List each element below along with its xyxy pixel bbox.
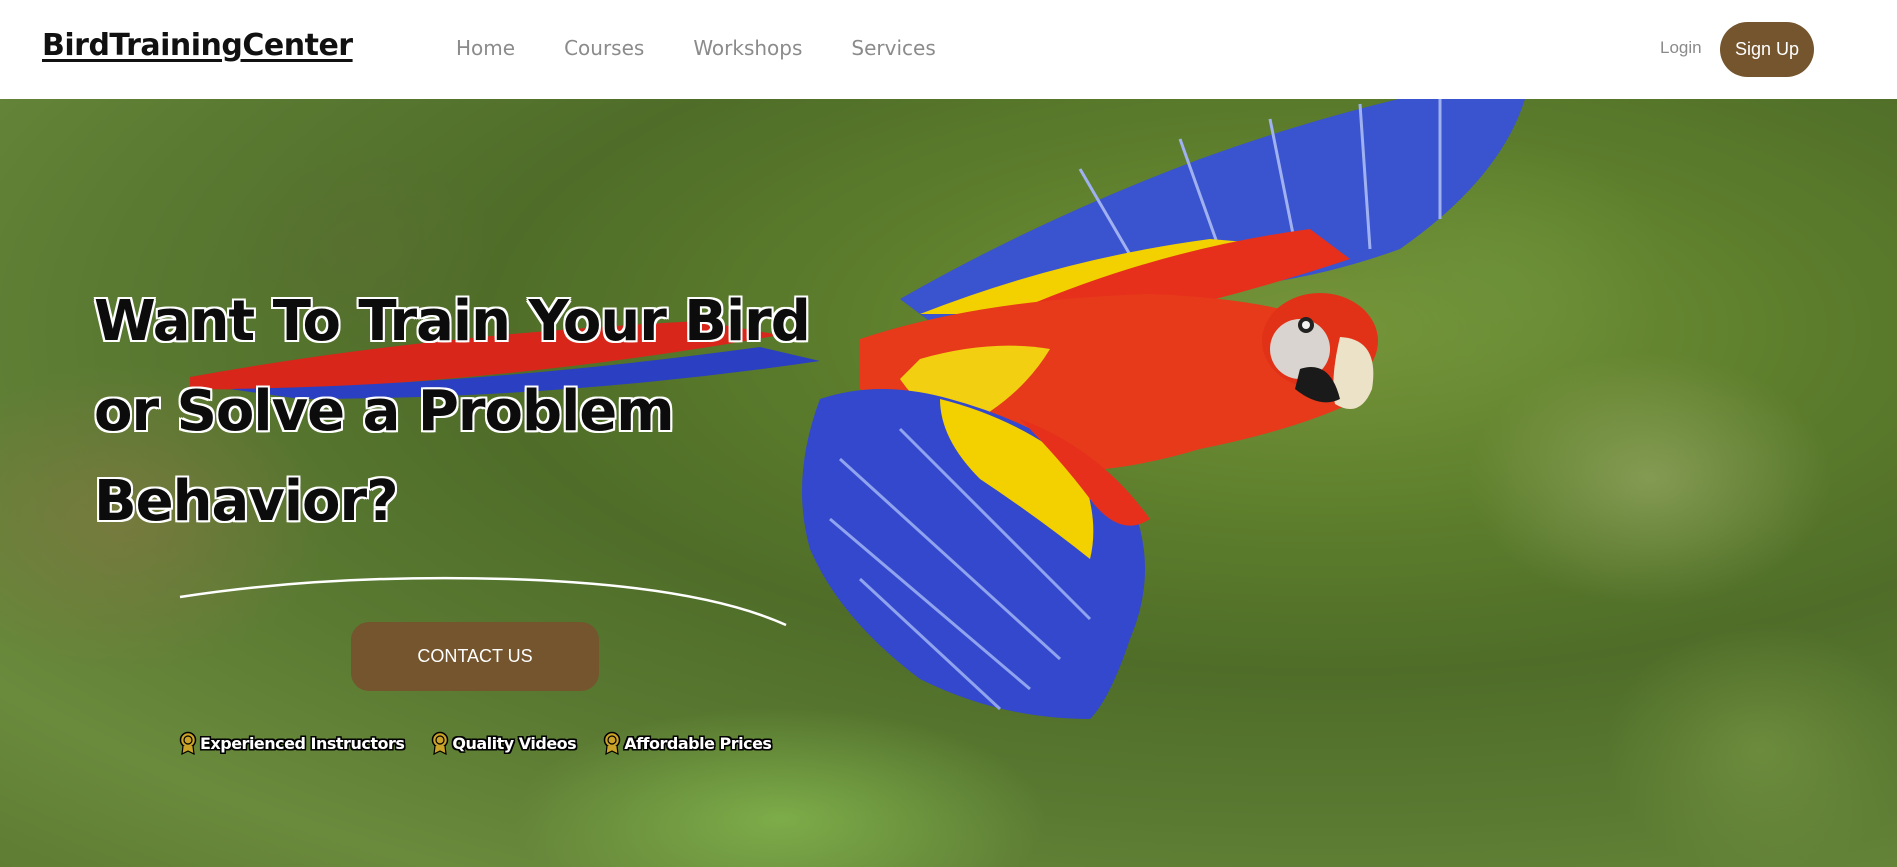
award-badge-icon bbox=[432, 731, 449, 755]
headline-line-3: Behavior? bbox=[94, 469, 399, 534]
top-navbar: BirdTrainingCenter Home Courses Workshop… bbox=[0, 0, 1897, 100]
feature-label: Quality Videos bbox=[452, 733, 577, 753]
hero-headline: Want To Train Your Bird or Solve a Probl… bbox=[94, 277, 854, 547]
feature-label: Experienced Instructors bbox=[200, 733, 405, 753]
sign-up-button[interactable]: Sign Up bbox=[1720, 22, 1814, 77]
nav-link-workshops[interactable]: Workshops bbox=[693, 36, 802, 60]
award-badge-icon bbox=[179, 731, 197, 755]
login-link[interactable]: Login bbox=[1660, 38, 1702, 58]
feature-item: Experienced Instructors bbox=[178, 731, 405, 755]
decorative-curve bbox=[179, 576, 787, 627]
feature-item: Affordable Prices bbox=[602, 731, 772, 755]
hero-section: Want To Train Your Bird or Solve a Probl… bbox=[0, 99, 1897, 867]
headline-line-2: or Solve a Problem bbox=[94, 379, 675, 444]
feature-item: Quality Videos bbox=[430, 731, 577, 755]
primary-nav: Home Courses Workshops Services bbox=[456, 36, 985, 60]
nav-link-home[interactable]: Home bbox=[456, 36, 515, 60]
feature-label: Affordable Prices bbox=[624, 733, 772, 753]
contact-us-button[interactable]: CONTACT US bbox=[351, 622, 599, 691]
nav-link-courses[interactable]: Courses bbox=[564, 36, 644, 60]
award-badge-icon bbox=[603, 731, 621, 755]
feature-highlights: Experienced Instructors Quality Videos A… bbox=[178, 731, 797, 755]
site-logo[interactable]: BirdTrainingCenter bbox=[42, 28, 353, 63]
headline-line-1: Want To Train Your Bird bbox=[94, 289, 811, 354]
nav-link-services[interactable]: Services bbox=[851, 36, 935, 60]
